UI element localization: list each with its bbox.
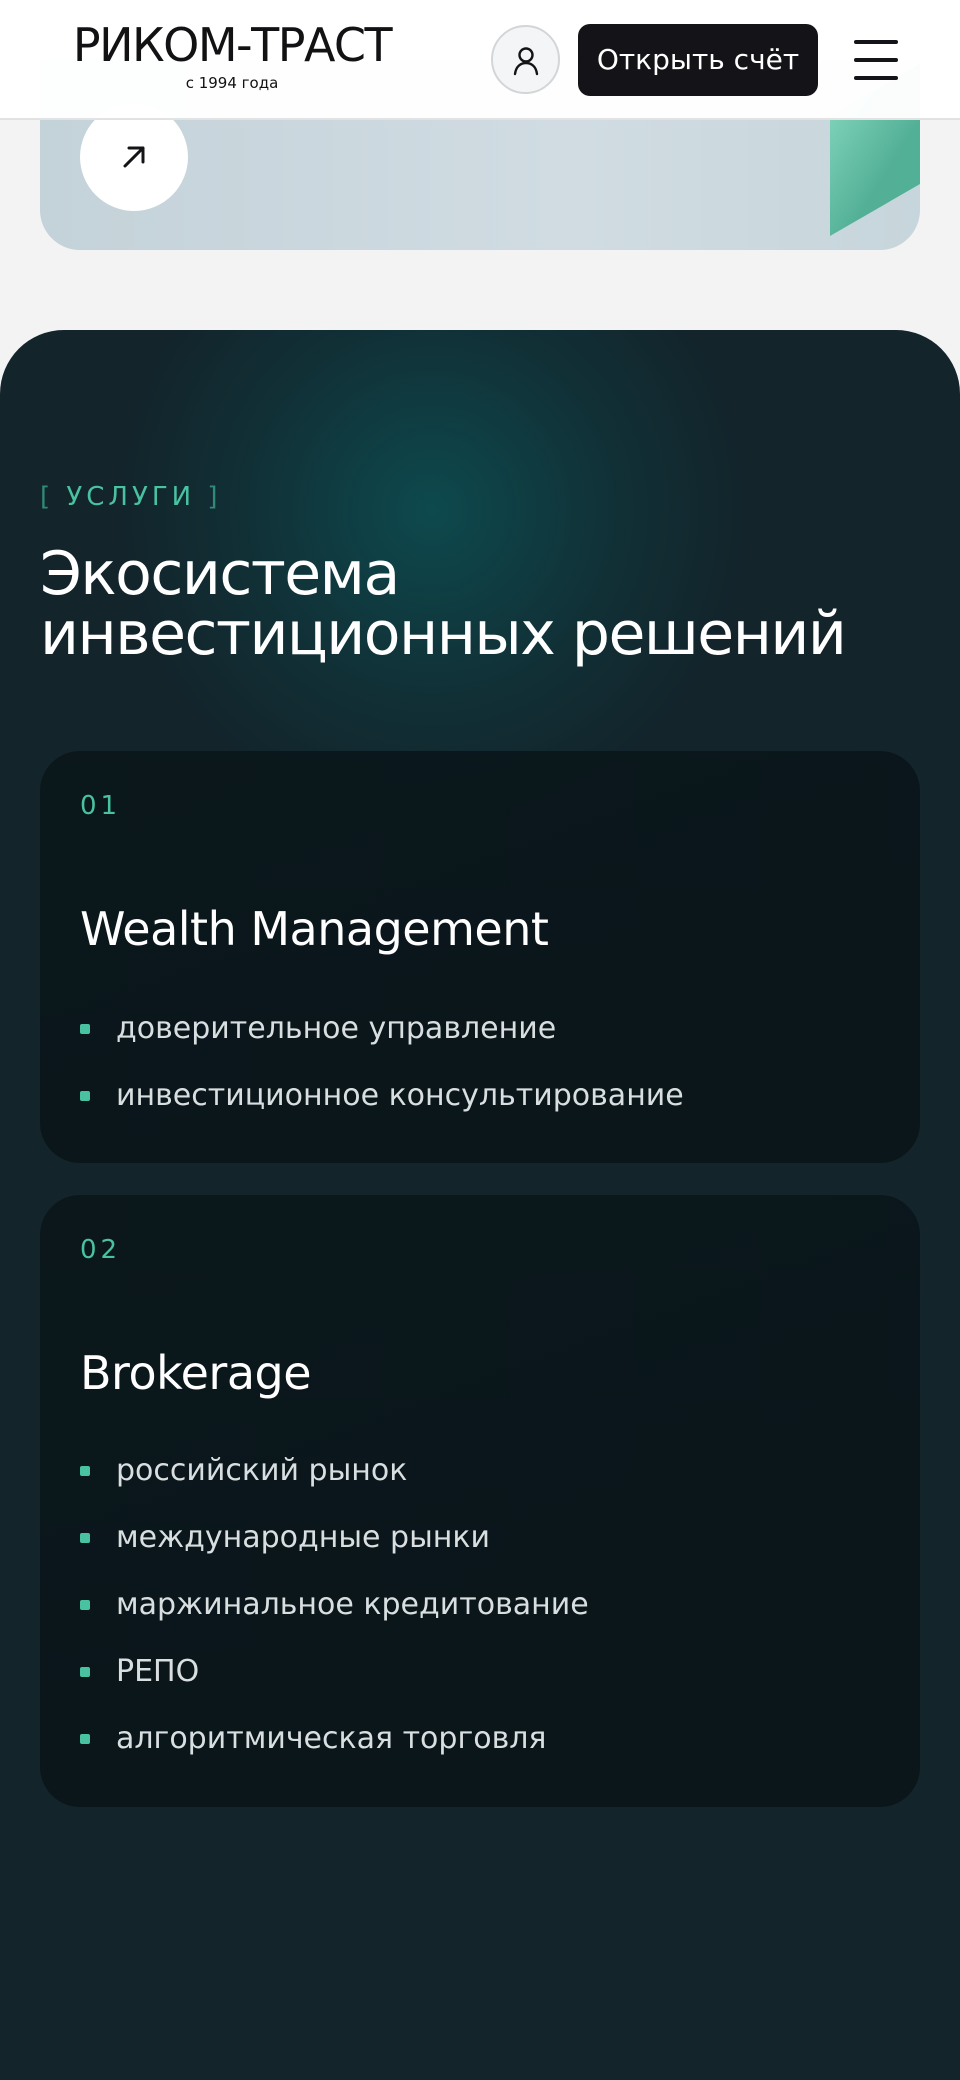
account-button[interactable] [491,25,560,94]
list-item: российский рынок [80,1451,589,1518]
hamburger-menu-icon[interactable] [852,38,900,82]
list-item: РЕПО [80,1652,589,1719]
section-tag: [ УСЛУГИ ] [40,482,222,512]
list-item: маржинальное кредитование [80,1585,589,1652]
bullet-icon [80,1667,90,1677]
arrow-up-right-icon [123,146,145,168]
logo[interactable]: РИКОМ-ТРАСТ с 1994 года [40,18,424,92]
bullet-icon [80,1533,90,1543]
list-item: алгоритмическая торговля [80,1719,589,1786]
bullet-icon [80,1024,90,1034]
card-items: доверительное управление инвестиционное … [80,1009,684,1143]
open-account-button[interactable]: Открыть счёт [578,24,818,96]
bullet-icon [80,1466,90,1476]
user-icon [513,47,539,76]
services-section: [ УСЛУГИ ] Экосистема инвестиционных реш… [0,330,960,2080]
list-item: международные рынки [80,1518,589,1585]
card-number: 02 [80,1235,122,1265]
service-card-wealth[interactable]: 01 Wealth Management доверительное управ… [40,751,920,1163]
card-title: Wealth Management [80,902,549,956]
list-item: доверительное управление [80,1009,684,1076]
site-header: РИКОМ-ТРАСТ с 1994 года Открыть счёт [0,0,960,120]
list-item: инвестиционное консультирование [80,1076,684,1143]
logo-since: с 1994 года [185,74,279,92]
bullet-icon [80,1600,90,1610]
card-items: российский рынок международные рынки мар… [80,1451,589,1786]
card-number: 01 [80,791,122,821]
section-title: Экосистема инвестиционных решений [40,539,847,669]
service-card-brokerage[interactable]: 02 Brokerage российский рынок международ… [40,1195,920,1807]
section-tag-label: УСЛУГИ [66,482,196,512]
card-title: Brokerage [80,1346,312,1400]
bullet-icon [80,1091,90,1101]
bullet-icon [80,1734,90,1744]
logo-name: РИКОМ-ТРАСТ [72,18,393,72]
